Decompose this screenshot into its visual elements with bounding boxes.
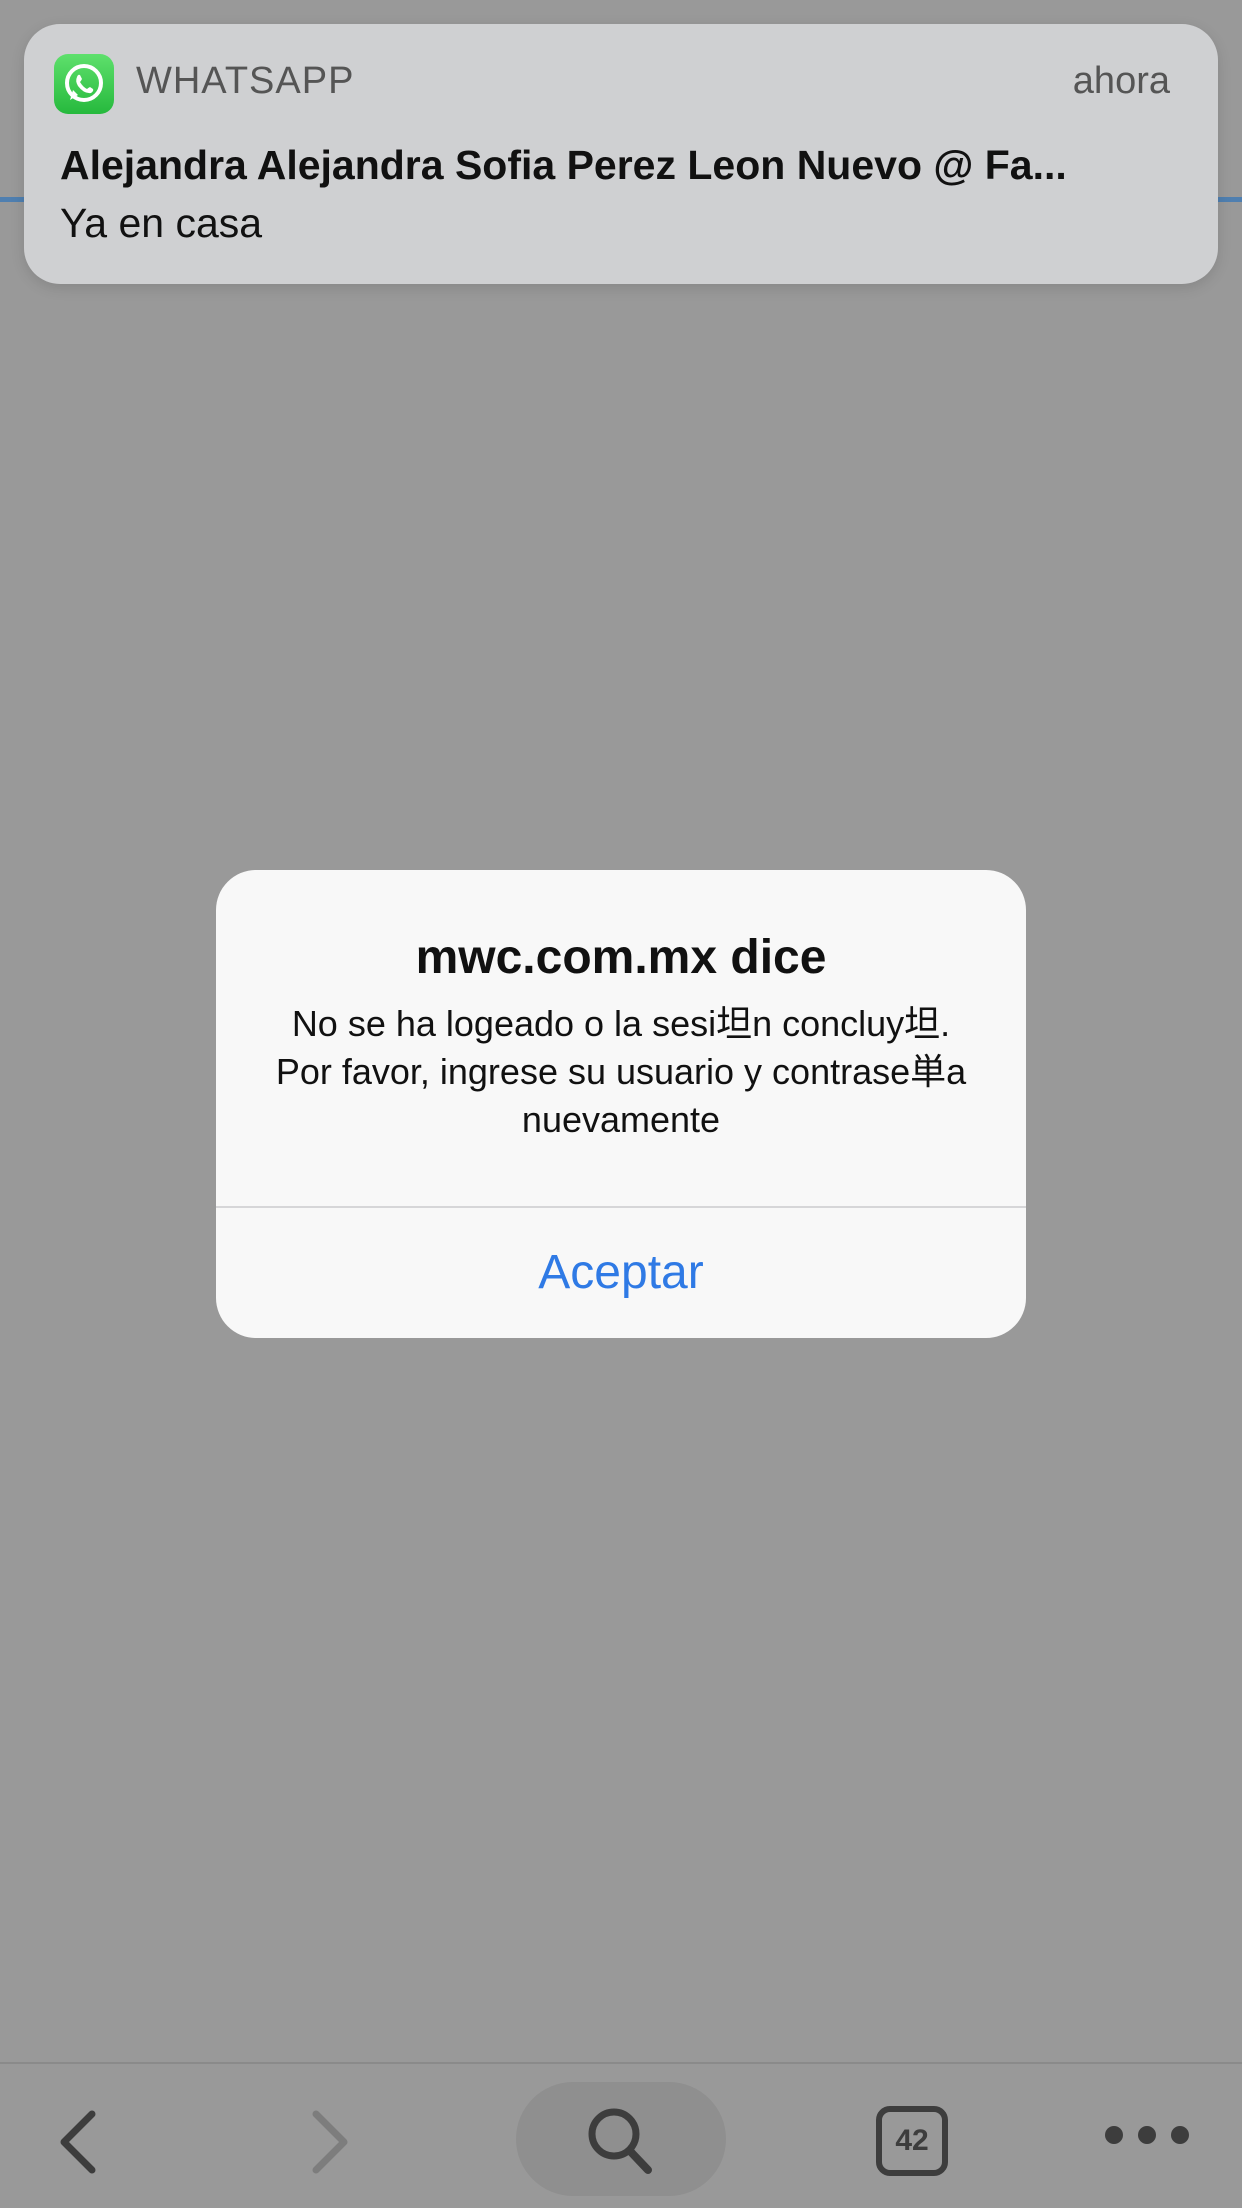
browser-toolbar: 42 xyxy=(0,2062,1242,2208)
alert-title: mwc.com.mx dice xyxy=(415,931,827,984)
accept-button[interactable]: Aceptar xyxy=(216,1208,1026,1338)
search-button[interactable] xyxy=(516,2082,726,2196)
search-icon xyxy=(588,2108,652,2174)
chevron-left-icon[interactable] xyxy=(48,2102,118,2182)
whatsapp-icon xyxy=(54,54,114,114)
notification-app-name: WHATSAPP xyxy=(136,60,355,102)
tabs-count-button[interactable]: 42 xyxy=(876,2106,948,2176)
notification-time: ahora xyxy=(1072,60,1170,102)
more-icon[interactable] xyxy=(1100,2120,1200,2150)
notification-body: Ya en casa xyxy=(60,200,263,246)
alert-dialog: mwc.com.mx dice No se ha logeado o la se… xyxy=(216,870,1026,1338)
alert-message: No se ha logeado o la sesi坦n concluy坦. P… xyxy=(275,1003,967,1140)
chevron-right-icon[interactable] xyxy=(296,2102,366,2182)
notification-title: Alejandra Alejandra Sofia Perez Leon Nue… xyxy=(60,142,1067,188)
notification-banner[interactable]: WHATSAPP ahora Alejandra Alejandra Sofia… xyxy=(24,24,1218,284)
